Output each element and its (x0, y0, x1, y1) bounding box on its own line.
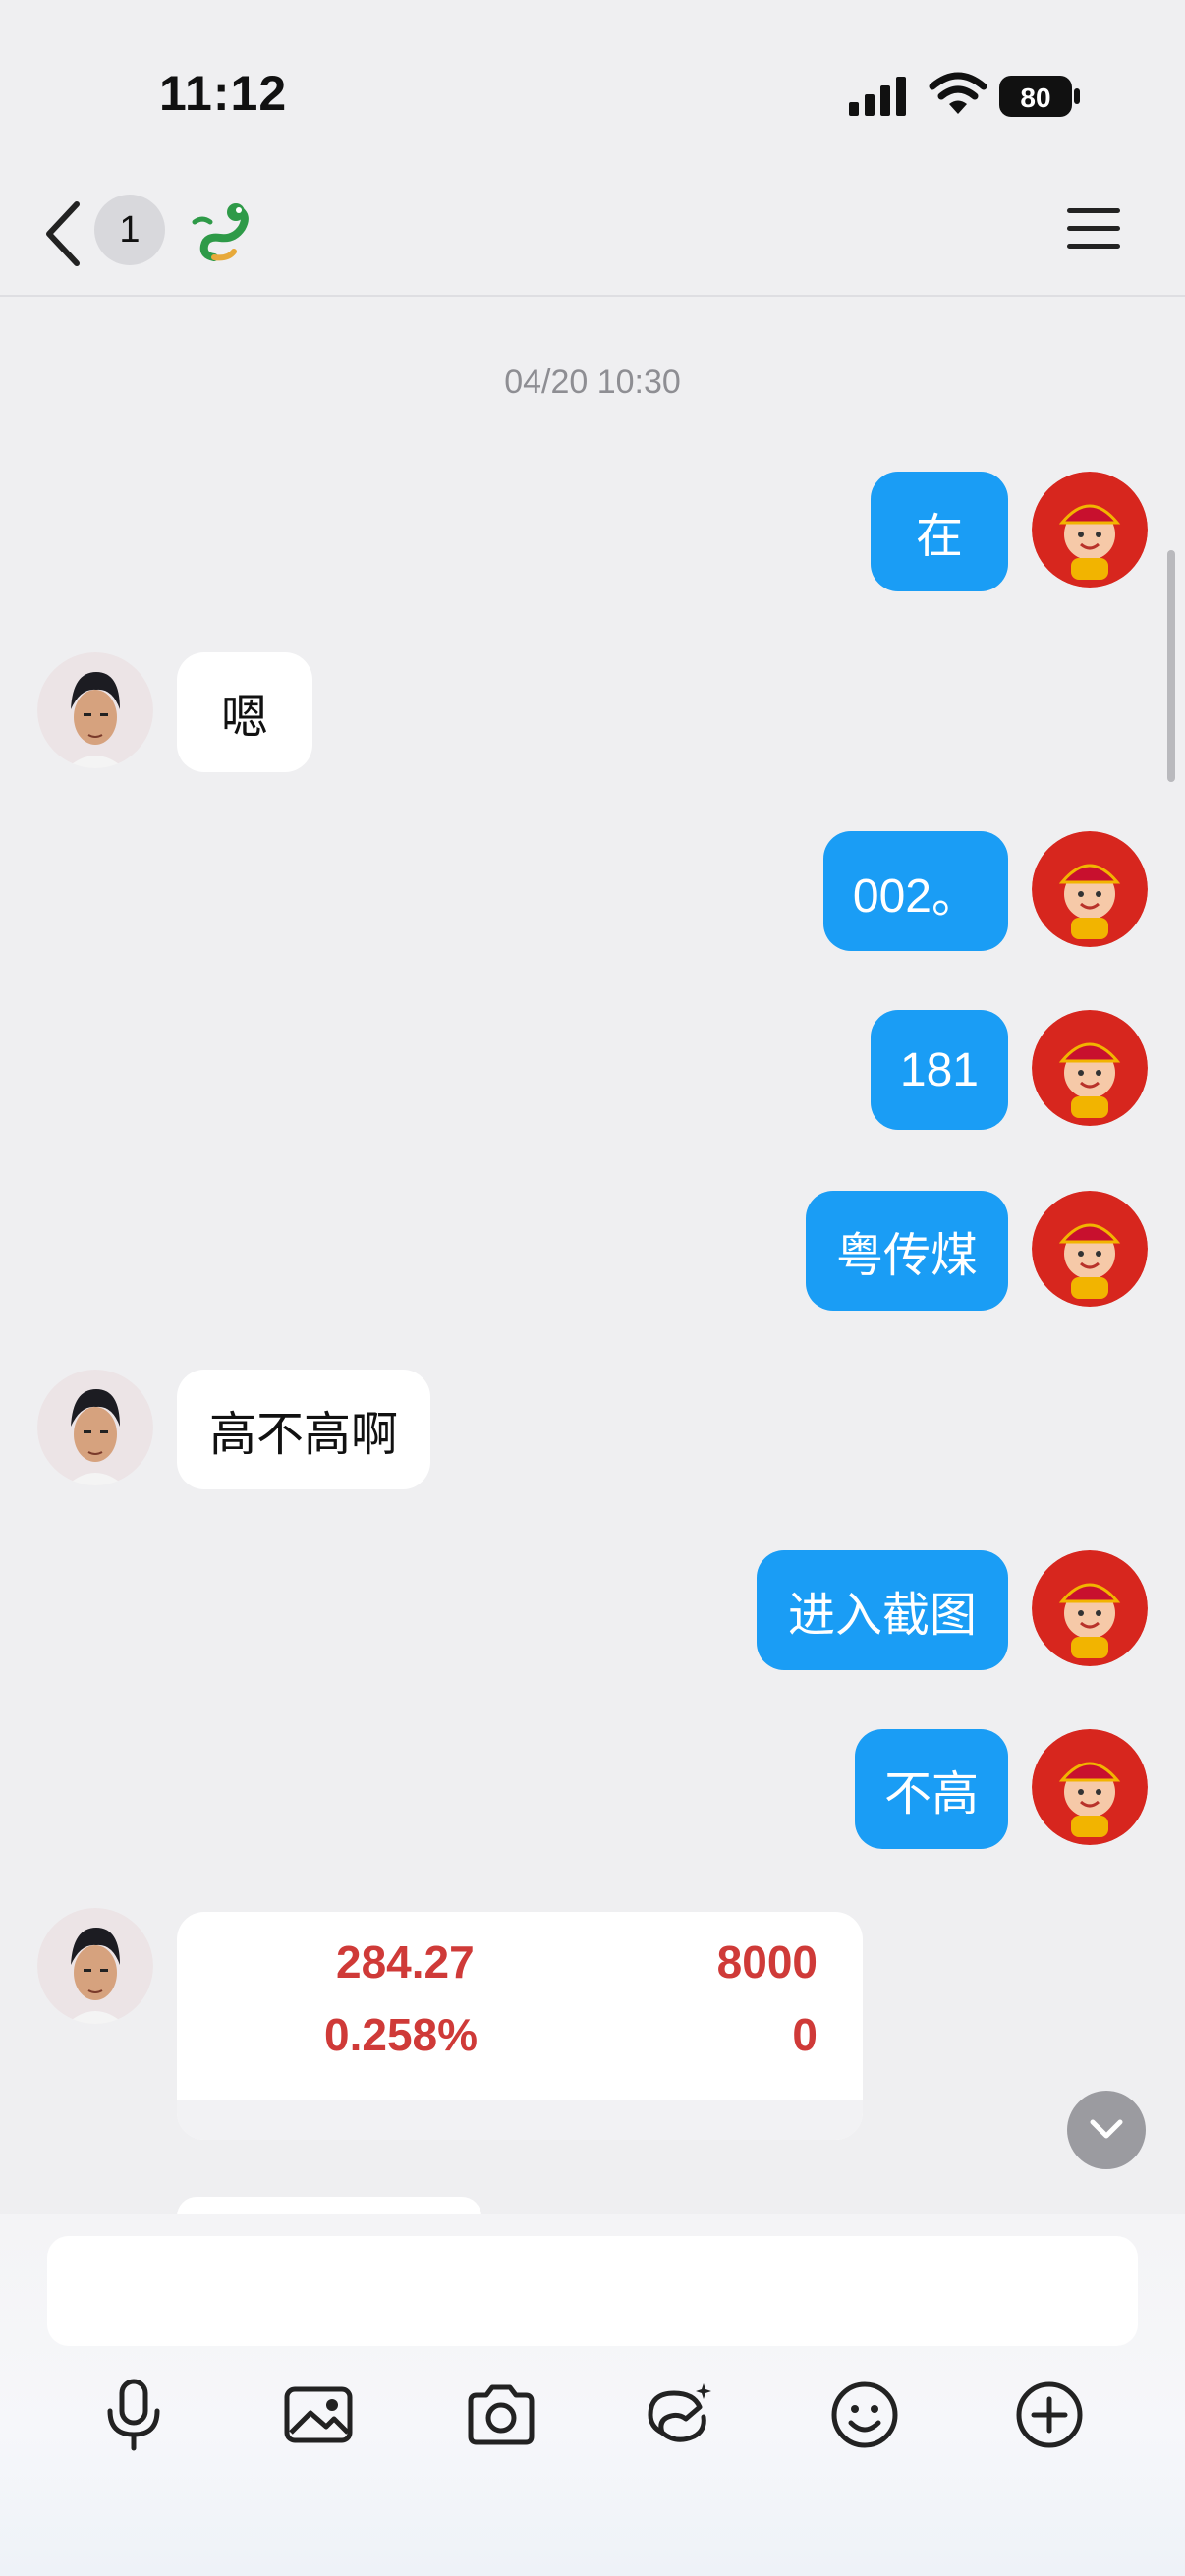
back-chevron-icon[interactable] (39, 198, 86, 269)
self-avatar[interactable] (1032, 1729, 1148, 1845)
self-avatar[interactable] (1032, 1550, 1148, 1666)
message-bubble-other[interactable]: 嗯 (177, 652, 312, 772)
card-footer (177, 2100, 863, 2140)
message-bubble-self[interactable]: 粤传煤 (806, 1191, 1008, 1311)
photo-album-button[interactable] (279, 2376, 358, 2454)
message-bubble-other[interactable]: 高不高啊 (177, 1370, 430, 1489)
unread-count-badge[interactable]: 1 (94, 195, 165, 265)
contact-avatar[interactable] (37, 1370, 153, 1485)
plus-icon (1016, 2381, 1083, 2448)
contact-avatar-icon (37, 1908, 153, 2024)
chevron-down-icon (1090, 2119, 1123, 2139)
contact-avatar-icon (37, 1370, 153, 1485)
wifi-icon (929, 72, 988, 114)
sticker-icon (648, 2383, 711, 2442)
stock-quote-card[interactable]: 284.27 8000 0.258% 0 (177, 1912, 863, 2140)
cellular-signal-icon (849, 77, 906, 116)
scroll-to-bottom-button[interactable] (1067, 2091, 1146, 2169)
self-avatar[interactable] (1032, 831, 1148, 947)
status-time: 11:12 (159, 66, 288, 121)
camera-icon (468, 2384, 535, 2445)
fortune-avatar-icon (1032, 1191, 1148, 1307)
emoji-button[interactable] (825, 2376, 904, 2454)
sticker-button[interactable] (641, 2376, 719, 2454)
stock-volume: 8000 (716, 1936, 818, 1988)
message-timestamp: 04/20 10:30 (504, 364, 681, 401)
stock-value: 0 (792, 2009, 818, 2060)
more-button[interactable] (1010, 2376, 1089, 2454)
message-bubble-self[interactable]: 002。 (822, 831, 1008, 951)
chat-header (0, 177, 1185, 297)
fortune-avatar-icon (1032, 1729, 1148, 1845)
self-avatar[interactable] (1032, 472, 1148, 588)
battery-level: 80 (1020, 83, 1050, 113)
microphone-icon (107, 2379, 160, 2451)
contact-avatar[interactable] (37, 1908, 153, 2024)
message-bubble-self[interactable]: 181 (870, 1010, 1008, 1130)
contact-avatar[interactable] (37, 652, 153, 768)
contact-avatar-icon (37, 652, 153, 768)
battery-icon: 80 (999, 76, 1080, 117)
message-bubble-partial (177, 2197, 481, 2216)
message-input[interactable] (47, 2236, 1138, 2346)
menu-icon[interactable] (1065, 204, 1122, 253)
stock-price: 284.27 (336, 1936, 475, 1988)
image-icon (284, 2386, 353, 2443)
fortune-avatar-icon (1032, 472, 1148, 588)
message-bubble-self[interactable]: 进入截图 (757, 1550, 1008, 1670)
camera-button[interactable] (462, 2376, 540, 2454)
voice-button[interactable] (94, 2376, 173, 2454)
emoji-icon (831, 2381, 898, 2448)
message-bubble-self[interactable]: 在 (871, 472, 1008, 591)
fortune-avatar-icon (1032, 1550, 1148, 1666)
message-bubble-self[interactable]: 不高 (854, 1729, 1008, 1849)
status-bar: 11:12 80 (0, 0, 1185, 177)
self-avatar[interactable] (1032, 1010, 1148, 1126)
fortune-avatar-icon (1032, 831, 1148, 947)
dragon-icon (192, 203, 249, 261)
scroll-indicator[interactable] (1167, 550, 1175, 782)
stock-percent: 0.258% (324, 2009, 479, 2060)
fortune-avatar-icon (1032, 1010, 1148, 1126)
self-avatar[interactable] (1032, 1191, 1148, 1307)
